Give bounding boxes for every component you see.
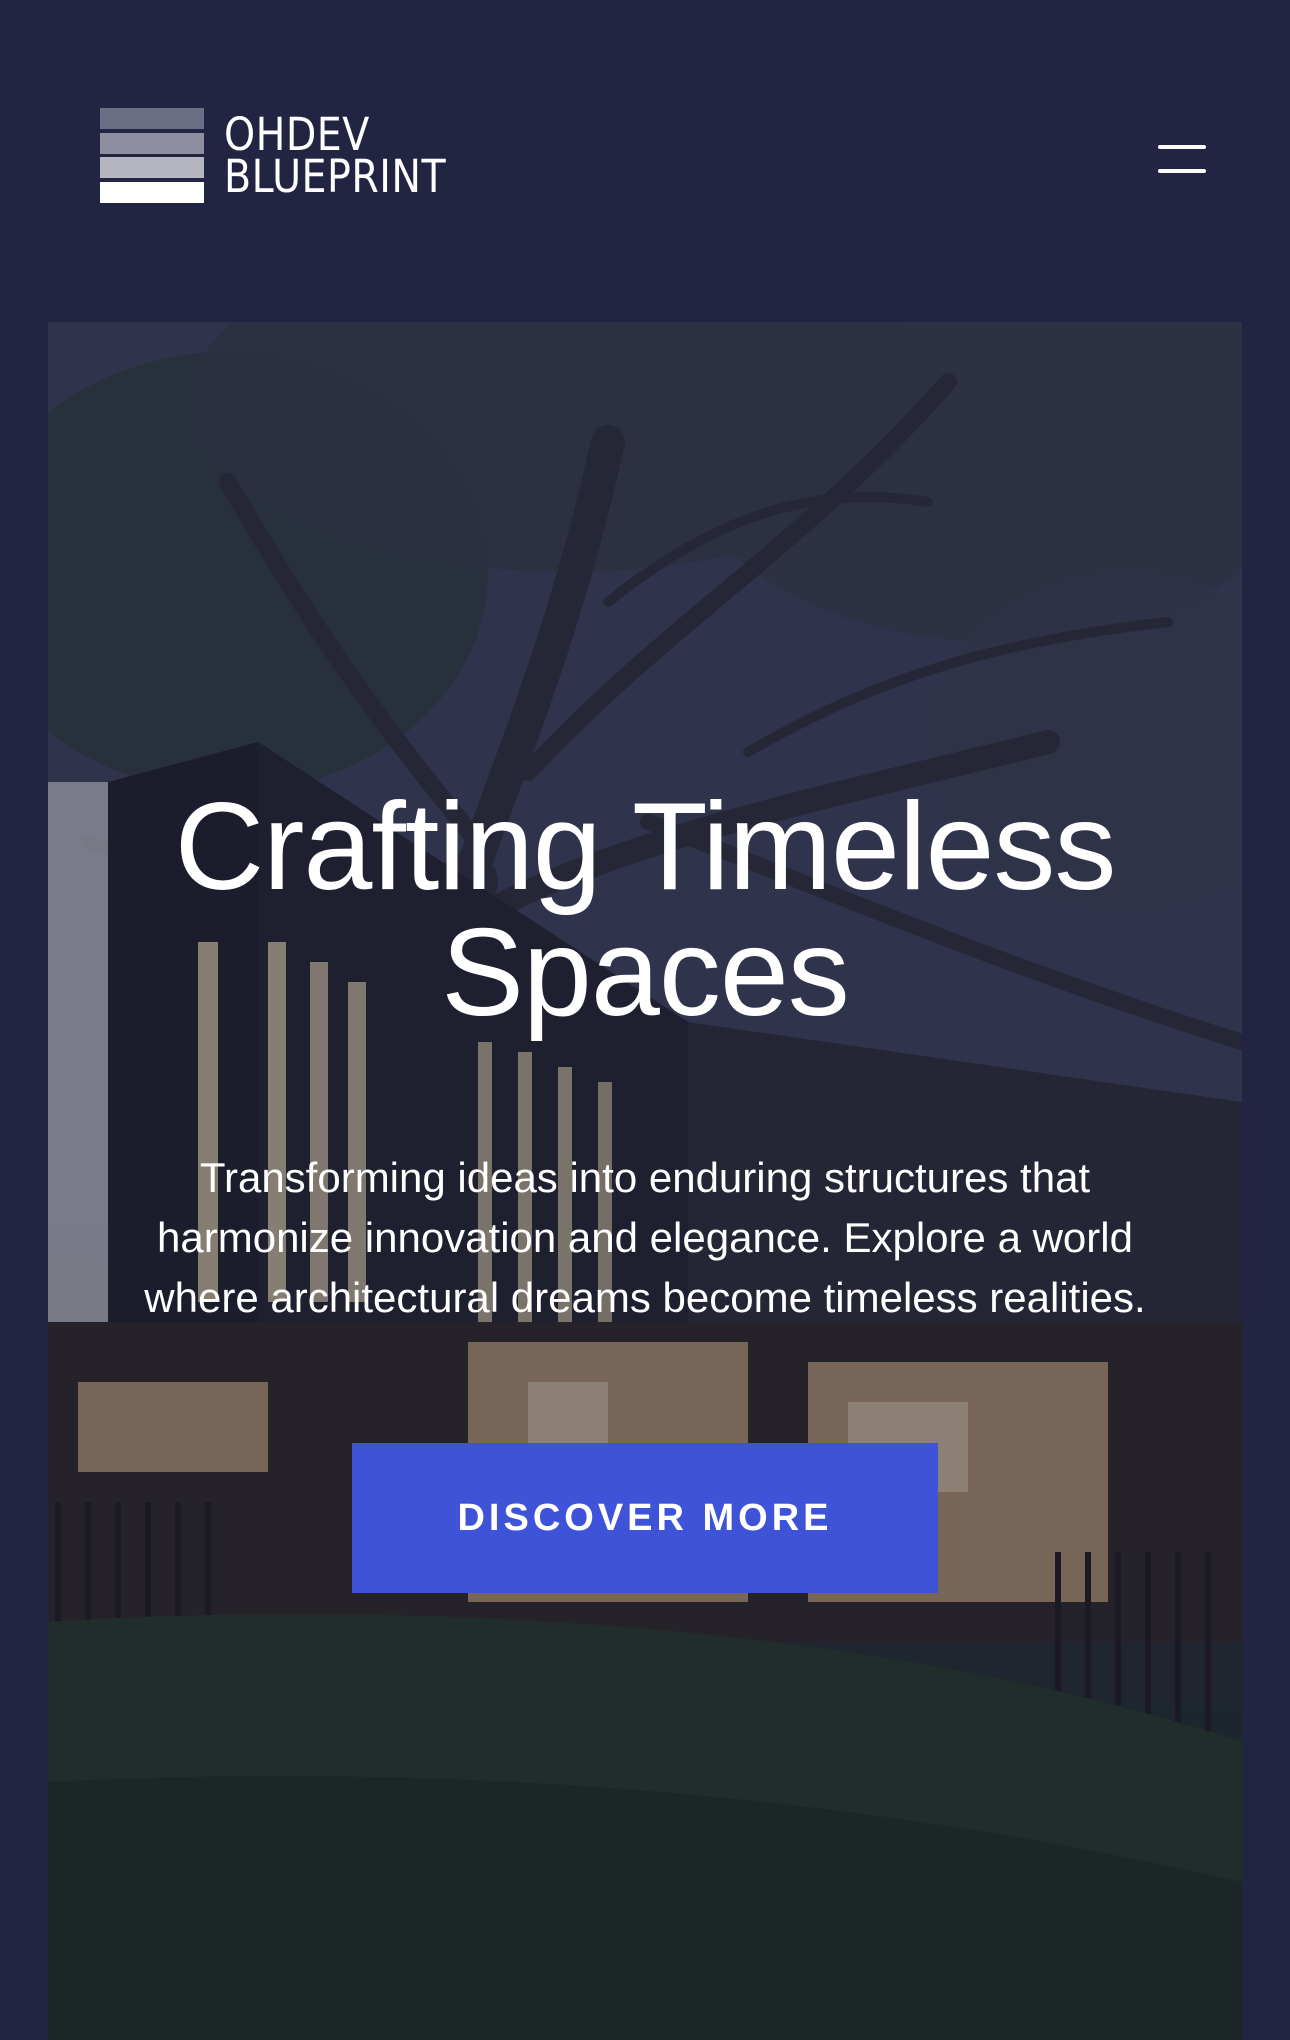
logo-line-2: BLUEPRINT bbox=[224, 149, 447, 203]
hero-title: Crafting Timeless Spaces bbox=[48, 784, 1242, 1036]
hero-section: Crafting Timeless Spaces Transforming id… bbox=[48, 322, 1242, 2040]
discover-more-button[interactable]: DISCOVER MORE bbox=[352, 1443, 938, 1593]
hero-subtitle-line-1: Transforming ideas into enduring structu… bbox=[199, 1154, 1091, 1201]
page: OHDEV BLUEPRINT Crafting Timeless Spaces… bbox=[0, 0, 1290, 2040]
hero-title-line-1: Crafting Timeless bbox=[174, 778, 1117, 916]
hero-subtitle-line-3: where architectural dreams become timele… bbox=[144, 1274, 1146, 1321]
logo-mark-icon bbox=[100, 108, 204, 203]
site-header: OHDEV BLUEPRINT bbox=[0, 0, 1290, 320]
hero-subtitle-line-2: harmonize innovation and elegance. Explo… bbox=[157, 1214, 1133, 1261]
hero-title-line-2: Spaces bbox=[441, 904, 850, 1042]
brand-logo[interactable]: OHDEV BLUEPRINT bbox=[100, 108, 476, 203]
hero-subtitle: Transforming ideas into enduring structu… bbox=[88, 1148, 1202, 1328]
hamburger-menu-icon[interactable] bbox=[1150, 140, 1210, 180]
logo-wordmark: OHDEV BLUEPRINT bbox=[224, 112, 447, 203]
